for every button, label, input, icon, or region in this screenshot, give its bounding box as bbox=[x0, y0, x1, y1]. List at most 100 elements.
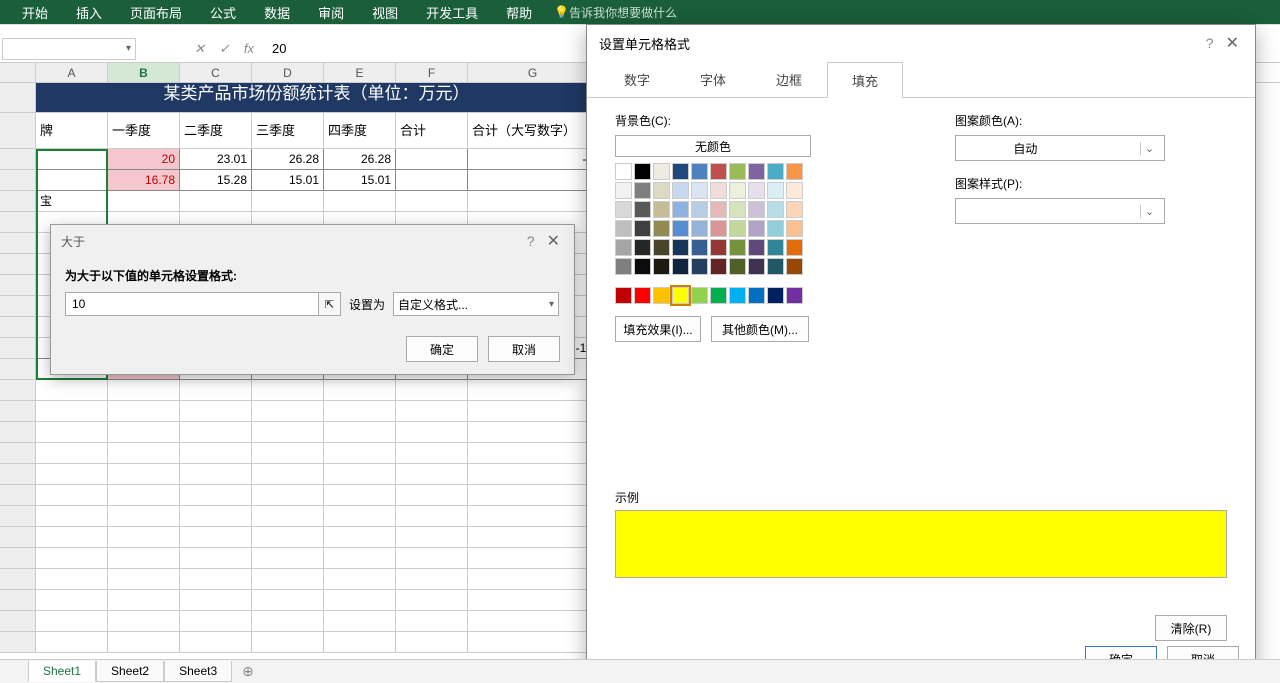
row-header[interactable] bbox=[0, 317, 36, 338]
color-swatch[interactable] bbox=[710, 182, 727, 199]
cell[interactable] bbox=[108, 443, 180, 464]
cell[interactable]: 23.01 bbox=[180, 149, 252, 170]
cell[interactable] bbox=[324, 380, 396, 401]
cell[interactable] bbox=[396, 632, 468, 653]
cell[interactable] bbox=[468, 485, 598, 506]
row-header[interactable] bbox=[0, 548, 36, 569]
color-swatch[interactable] bbox=[672, 182, 689, 199]
col-header-G[interactable]: G bbox=[468, 63, 598, 82]
cell[interactable] bbox=[36, 149, 108, 170]
color-swatch[interactable] bbox=[710, 239, 727, 256]
cell[interactable] bbox=[36, 380, 108, 401]
row-header[interactable] bbox=[0, 443, 36, 464]
cell[interactable] bbox=[468, 569, 598, 590]
color-swatch[interactable] bbox=[634, 182, 651, 199]
cell[interactable] bbox=[468, 401, 598, 422]
row-header[interactable] bbox=[0, 83, 36, 113]
color-swatch[interactable] bbox=[691, 201, 708, 218]
ok-button[interactable]: 确定 bbox=[406, 336, 478, 362]
color-swatch[interactable] bbox=[634, 258, 651, 275]
cell[interactable] bbox=[396, 527, 468, 548]
color-swatch[interactable] bbox=[729, 258, 746, 275]
cell[interactable] bbox=[36, 590, 108, 611]
cell[interactable] bbox=[108, 422, 180, 443]
cell[interactable]: 宝 bbox=[36, 191, 108, 212]
row-header[interactable] bbox=[0, 401, 36, 422]
row-header[interactable] bbox=[0, 590, 36, 611]
cell[interactable] bbox=[108, 548, 180, 569]
ribbon-tab-插入[interactable]: 插入 bbox=[62, 0, 116, 25]
color-swatch[interactable] bbox=[767, 163, 784, 180]
color-swatch[interactable] bbox=[672, 287, 689, 304]
row-header[interactable] bbox=[0, 296, 36, 317]
cell[interactable] bbox=[324, 443, 396, 464]
color-swatch[interactable] bbox=[729, 182, 746, 199]
format-select[interactable]: 自定义格式... ▾ bbox=[393, 292, 559, 316]
row-header[interactable] bbox=[0, 422, 36, 443]
color-swatch[interactable] bbox=[672, 239, 689, 256]
cell[interactable] bbox=[324, 611, 396, 632]
cell[interactable] bbox=[396, 191, 468, 212]
cell[interactable] bbox=[324, 464, 396, 485]
color-swatch[interactable] bbox=[748, 258, 765, 275]
cancel-button[interactable]: 取消 bbox=[488, 336, 560, 362]
color-swatch[interactable] bbox=[672, 163, 689, 180]
cell[interactable] bbox=[108, 590, 180, 611]
color-swatch[interactable] bbox=[786, 201, 803, 218]
cell[interactable] bbox=[396, 485, 468, 506]
cell[interactable] bbox=[180, 506, 252, 527]
cell[interactable] bbox=[252, 401, 324, 422]
dialog-titlebar[interactable]: 大于 ? ✕ bbox=[51, 225, 574, 257]
color-swatch[interactable] bbox=[634, 239, 651, 256]
pattern-style-select[interactable]: ⌄ bbox=[955, 198, 1165, 224]
cell[interactable] bbox=[252, 527, 324, 548]
cell[interactable] bbox=[180, 527, 252, 548]
cell[interactable] bbox=[252, 569, 324, 590]
color-swatch[interactable] bbox=[653, 239, 670, 256]
color-swatch[interactable] bbox=[748, 239, 765, 256]
cell[interactable] bbox=[396, 590, 468, 611]
add-sheet-icon[interactable]: ⊕ bbox=[242, 663, 254, 680]
color-swatch[interactable] bbox=[653, 287, 670, 304]
color-swatch[interactable] bbox=[691, 287, 708, 304]
cell[interactable] bbox=[324, 632, 396, 653]
color-swatch[interactable] bbox=[615, 201, 632, 218]
cell[interactable] bbox=[324, 401, 396, 422]
cell[interactable] bbox=[252, 422, 324, 443]
cell[interactable] bbox=[252, 611, 324, 632]
fx-icon[interactable]: fx bbox=[244, 41, 254, 56]
format-tab-边框[interactable]: 边框 bbox=[751, 61, 827, 97]
color-swatch[interactable] bbox=[729, 201, 746, 218]
cell[interactable] bbox=[324, 485, 396, 506]
col-header-A[interactable]: A bbox=[36, 63, 108, 82]
color-swatch[interactable] bbox=[767, 220, 784, 237]
format-tab-字体[interactable]: 字体 bbox=[675, 61, 751, 97]
row-header[interactable] bbox=[0, 170, 36, 191]
cell[interactable] bbox=[396, 422, 468, 443]
cell[interactable] bbox=[108, 611, 180, 632]
cell[interactable] bbox=[36, 611, 108, 632]
color-swatch[interactable] bbox=[615, 220, 632, 237]
color-swatch[interactable] bbox=[786, 220, 803, 237]
color-swatch[interactable] bbox=[767, 182, 784, 199]
cell[interactable] bbox=[36, 632, 108, 653]
ribbon-tab-数据[interactable]: 数据 bbox=[250, 0, 304, 25]
row-header[interactable] bbox=[0, 569, 36, 590]
cell[interactable] bbox=[180, 422, 252, 443]
color-swatch[interactable] bbox=[710, 163, 727, 180]
cell[interactable] bbox=[396, 401, 468, 422]
color-swatch[interactable] bbox=[710, 220, 727, 237]
cell[interactable]: 7 bbox=[468, 170, 598, 191]
cell[interactable]: 15.01 bbox=[252, 170, 324, 191]
cell[interactable]: 16.78 bbox=[108, 170, 180, 191]
cell[interactable] bbox=[396, 170, 468, 191]
cell[interactable] bbox=[468, 590, 598, 611]
color-swatch[interactable] bbox=[748, 163, 765, 180]
cell[interactable] bbox=[180, 401, 252, 422]
cell[interactable] bbox=[180, 443, 252, 464]
cell[interactable] bbox=[108, 527, 180, 548]
cell[interactable] bbox=[468, 506, 598, 527]
row-header[interactable] bbox=[0, 212, 36, 233]
table-header[interactable]: 合计 bbox=[396, 113, 468, 149]
range-picker-icon[interactable]: ⇱ bbox=[319, 292, 341, 316]
